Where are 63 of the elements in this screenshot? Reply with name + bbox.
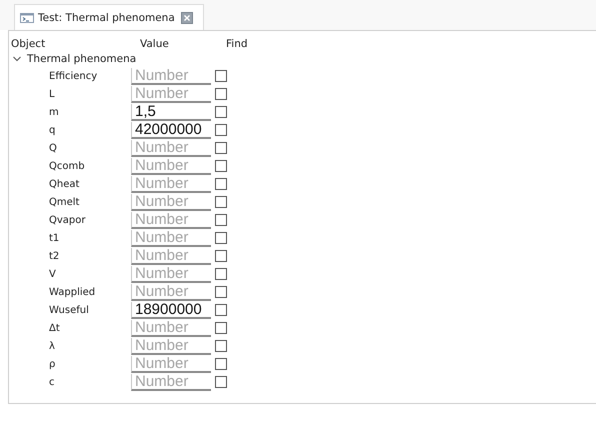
value-field[interactable]: Number (131, 230, 211, 246)
property-name: V (48, 268, 57, 280)
value-field[interactable]: 1,5 (131, 104, 211, 120)
value-field[interactable]: Number (131, 176, 211, 192)
find-checkbox[interactable] (215, 358, 227, 370)
property-name: Qheat (48, 178, 80, 190)
find-checkbox[interactable] (215, 232, 227, 244)
find-checkbox[interactable] (215, 322, 227, 334)
value-field[interactable]: Number (131, 86, 211, 102)
column-header: Find (226, 38, 248, 50)
find-checkbox[interactable] (215, 196, 227, 208)
value-field[interactable]: Number (131, 194, 211, 210)
property-name: m (48, 106, 60, 118)
value-field[interactable]: Number (131, 374, 211, 390)
value-field[interactable]: Number (131, 338, 211, 354)
property-name: L (48, 88, 56, 100)
value-field[interactable]: Number (131, 140, 211, 156)
find-checkbox[interactable] (215, 268, 227, 280)
find-checkbox[interactable] (215, 124, 227, 136)
value-field[interactable]: Number (131, 356, 211, 372)
property-name: Q (48, 142, 58, 154)
close-icon[interactable] (180, 12, 193, 24)
property-name: Qcomb (48, 160, 86, 172)
property-name: Δt (48, 322, 61, 334)
property-name: ρ (48, 358, 56, 370)
value-field[interactable]: Number (131, 248, 211, 264)
find-checkbox[interactable] (215, 340, 227, 352)
find-checkbox[interactable] (215, 106, 227, 118)
console-icon (20, 12, 34, 22)
chevron-down-icon[interactable] (13, 56, 21, 62)
property-name: λ (48, 340, 56, 352)
find-checkbox[interactable] (215, 142, 227, 154)
find-checkbox[interactable] (215, 250, 227, 262)
property-name: Efficiency (48, 70, 98, 82)
find-checkbox[interactable] (215, 88, 227, 100)
editor-tab[interactable]: Test: Thermal phenomena (14, 4, 204, 30)
property-name: Qvapor (48, 214, 86, 226)
property-name: Wapplied (48, 286, 96, 298)
column-header: Value (140, 38, 170, 50)
value-field[interactable]: Number (131, 212, 211, 228)
value-field[interactable]: Number (131, 266, 211, 282)
tree-group-label[interactable]: Thermal phenomena (27, 53, 136, 65)
tab-title: Test: Thermal phenomena (38, 12, 175, 24)
property-name: t1 (48, 232, 60, 244)
find-checkbox[interactable] (215, 214, 227, 226)
property-name: c (48, 376, 56, 388)
property-name: q (48, 124, 56, 136)
find-checkbox[interactable] (215, 304, 227, 316)
find-checkbox[interactable] (215, 286, 227, 298)
property-name: Qmelt (48, 196, 80, 208)
value-field[interactable]: 18900000 (131, 302, 211, 318)
value-field[interactable]: Number (131, 284, 211, 300)
find-checkbox[interactable] (215, 160, 227, 172)
find-checkbox[interactable] (215, 376, 227, 388)
value-field[interactable]: 42000000 (131, 122, 211, 138)
find-checkbox[interactable] (215, 70, 227, 82)
value-field[interactable]: Number (131, 158, 211, 174)
column-header: Object (11, 38, 46, 50)
value-field[interactable]: Number (131, 68, 211, 84)
value-field[interactable]: Number (131, 320, 211, 336)
find-checkbox[interactable] (215, 178, 227, 190)
property-name: t2 (48, 250, 60, 262)
property-name: Wuseful (48, 304, 90, 316)
